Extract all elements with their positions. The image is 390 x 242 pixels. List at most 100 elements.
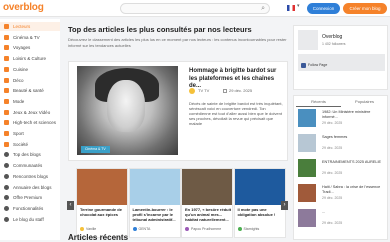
overblog-logo[interactable]: overblog [3,2,44,13]
card-image[interactable] [234,169,285,205]
recent-title[interactable]: Sages femmes [322,135,386,140]
sidebar-item[interactable]: Mode [0,97,60,106]
sidebar-item[interactable]: Jeux & Jeux Vidéo [0,108,60,117]
sidebar-item-label: Fonctionnalités [13,205,44,211]
sidebar-item[interactable]: Société [0,140,60,149]
recent-thumbnail[interactable] [298,109,316,127]
recent-thumbnail[interactable] [298,184,316,202]
card-image[interactable] [182,169,232,205]
carousel-prev-icon[interactable]: ‹ [67,201,74,210]
article-card[interactable]: Lamentin-bourrer : le profil s’incarne p… [128,168,181,238]
card-author[interactable]: Starnights [244,226,260,232]
category-icon [4,173,9,179]
category-icon [4,141,9,147]
sidebar-item[interactable]: Beauté & santé [0,86,60,95]
card-image[interactable] [129,169,180,205]
sidebar-item[interactable]: Le blog du staff [0,215,60,224]
follow-page-link[interactable]: Follow Page [308,62,327,69]
sidebar-item[interactable]: Top des blogs [0,150,60,159]
article-card[interactable]: En 1977, « besôre réduit qu’un animal me… [181,168,233,238]
sidebar-item[interactable]: Communautés [0,161,60,170]
category-icon [4,109,9,115]
sidebar-item[interactable]: Loisirs & Culture [0,54,60,63]
create-blog-button[interactable]: Créer mon blog [343,3,387,14]
sidebar-item[interactable]: Voyages [0,43,60,52]
language-flag-icon[interactable] [287,5,295,11]
search-icon[interactable]: ⌕ [261,5,265,13]
recent-article[interactable]: ENTRAINEMENTS 2025 AURELIE 29 déc. 2025 [298,159,386,181]
author-avatar [132,227,137,231]
recent-thumbnail[interactable] [298,159,316,177]
sidebar-item[interactable]: Offre Premium [0,193,60,202]
article-card[interactable]: Il mote pas une obligation absolue ! Star… [233,168,286,238]
sidebar-item-label: Le blog du staff [13,216,44,222]
recent-articles-panel: Récents Populaires 1982: Un Ministère mi… [293,95,388,240]
recent-title[interactable]: ENTRAINEMENTS 2025 AURELIE [322,160,386,165]
chevron-down-icon[interactable]: ▾ [297,3,300,9]
sidebar-item[interactable]: Lecteurs [0,22,60,31]
top-bar: overblog ⌕ ▾ Connexion Créer mon blog [0,0,390,17]
sidebar-item-label: Communautés [13,163,43,169]
page-title: Top des articles les plus consultés par … [68,25,252,34]
sidebar-item-label: Sport [13,131,24,136]
recent-date: 29 déc. 2025 [322,196,343,200]
category-badge[interactable]: Cinéma & TV [81,146,110,153]
recent-title[interactable]: 1982: Un Ministère ministère informé... [322,110,386,119]
sidebar-item[interactable]: Rencontres blogs [0,172,60,181]
recent-article[interactable]: Haiti / Sabra : la crise de l’essence Tr… [298,184,386,206]
category-icon [4,216,9,222]
facebook-icon[interactable] [301,63,306,68]
sidebar-item-label: Cinéma & TV [13,34,40,40]
sidebar-item[interactable]: Sport [0,129,60,138]
sidebar-item[interactable]: Fonctionnalités [0,204,60,213]
sidebar-item[interactable]: Cuisine [0,65,60,74]
recent-article[interactable]: 1982: Un Ministère ministère informé... 2… [298,109,386,131]
sidebar-item[interactable]: Annuaire des blogs [0,183,60,192]
sidebar-item-label: Loisirs & Culture [13,56,47,62]
card-title[interactable]: Il mote pas une obligation absolue ! [238,207,285,217]
category-icon [4,66,9,72]
blog-name[interactable]: Overblog [322,34,342,40]
sidebar-item-label: Mode [13,98,25,104]
sidebar-item[interactable]: Déco [0,76,60,85]
card-author[interactable]: GENTA [139,226,151,232]
recent-article[interactable]: ... 29 déc. 2025 [298,209,386,231]
featured-article[interactable]: Cinéma & TV Hommage à brigitte bardot su… [68,61,288,161]
recent-date: 29 déc. 2025 [322,221,343,225]
recent-title[interactable]: Haiti / Sabra : la crise de l’essence Tr… [322,185,386,194]
card-image[interactable] [77,169,127,205]
featured-image[interactable] [77,66,178,155]
card-author[interactable]: Vanille [86,226,96,232]
category-icon [4,205,9,211]
card-author[interactable]: Papou Prudhomme [191,226,221,232]
sidebar-item[interactable]: High-tech et sciences [0,118,60,127]
recent-date: 29 déc. 2025 [322,121,343,125]
search-input[interactable]: ⌕ [120,3,270,14]
article-card[interactable]: Terrine gourmande de chocolat aux épices… [76,168,128,238]
sidebar-item[interactable]: Cinéma & TV [0,33,60,42]
recent-thumbnail[interactable] [298,209,316,227]
sidebar-item-label: High-tech et sciences [13,120,57,126]
featured-author[interactable]: TV TV [198,88,209,94]
card-title[interactable]: En 1977, « besôre réduit qu’un animal me… [185,207,232,222]
sidebar-item-label: Beauté & santé [13,88,44,94]
sidebar-item-label: Rencontres blogs [13,173,49,179]
page-description: Découvrez le classement des articles les… [68,37,287,48]
sidebar-item-label: Offre Premium [13,195,43,201]
recent-article[interactable]: Sages femmes 29 déc. 2025 [298,134,386,156]
card-title[interactable]: Lamentin-bourrer : le profil s’incarne p… [133,207,180,222]
carousel-next-icon[interactable]: › [281,201,288,210]
author-avatar [80,227,84,231]
recent-thumbnail[interactable] [298,134,316,152]
author-avatar [185,227,189,231]
tab-recents[interactable]: Récents [296,99,341,107]
blog-logo[interactable] [298,30,318,50]
category-icon [4,45,9,51]
tab-populaires[interactable]: Populaires [342,99,387,104]
section-heading: Articles récents [68,233,129,242]
sidebar-item-label: Société [13,141,29,147]
recent-title[interactable]: ... [322,210,386,215]
card-title[interactable]: Terrine gourmande de chocolat aux épices [80,207,127,217]
blog-widget: Overblog 1 402 followers Follow Page [293,25,388,90]
connect-button[interactable]: Connexion [307,3,340,14]
